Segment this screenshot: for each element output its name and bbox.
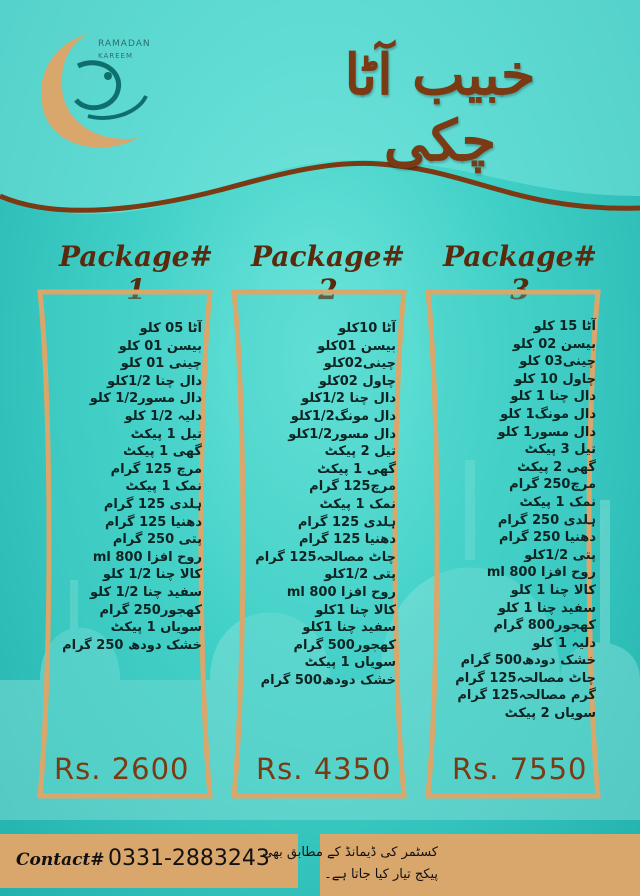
package-item: چاول 02کلو (318, 373, 396, 389)
package-item: سویاں 1 پیکٹ (304, 655, 396, 671)
package-item: دال مونگ1 کلو (500, 406, 596, 422)
package-item: دھنیا 125 گرام (298, 532, 396, 548)
package-item: گرم مصالحہ125 گرام (457, 688, 596, 704)
package-item: کالا چنا 1 کلو (510, 582, 596, 598)
package-item: پتی 250 گرام (112, 532, 202, 548)
package-1-price: Rs. 2600 (54, 752, 190, 786)
package-item: کھجور800 گرام (493, 618, 596, 634)
package-item: مرچ125 گرام (309, 479, 396, 495)
package-2-price: Rs. 4350 (256, 752, 392, 786)
package-item: بیسن 02 کلو (512, 336, 596, 352)
logo-text-line1: RAMADAN (98, 39, 151, 49)
custom-package-note: کسٹمر کی ڈیمانڈ کے مطابق بھی پیکج تیار ک… (178, 842, 438, 886)
package-item: مرچ 125 گرام (110, 461, 202, 477)
package-item: چاٹ مصالحہ125 گرام (455, 670, 596, 686)
package-item: نمک 1 پیکٹ (125, 479, 202, 495)
package-item: دال مونگ1/2کلو (290, 408, 396, 424)
package-item: گھی 2 پیکٹ (517, 459, 596, 475)
package-item: چینی 01 کلو (120, 356, 202, 372)
shop-title: خبیب آٹا چکی (344, 42, 536, 174)
package-item: گھی 1 پیکٹ (317, 461, 396, 477)
package-item: چینی02کلو (323, 356, 396, 372)
logo-text: RAMADAN KAREEM (98, 38, 151, 62)
package-item: ہلدی 125 گرام (103, 496, 202, 512)
package-item: دلیہ 1/2 کلو (124, 408, 202, 424)
package-item: دال چنا 1 کلو (510, 389, 596, 405)
package-item: دلیہ 1 کلو (532, 635, 596, 651)
package-item: کالا چنا 1/2 کلو (102, 567, 202, 583)
package-item: روح افزا 800 ml (486, 565, 596, 581)
package-item: روح افزا 800 ml (286, 584, 396, 600)
package-3-price: Rs. 7550 (452, 752, 588, 786)
contact-label: Contact# (16, 850, 105, 870)
package-item: مرچ250 گرام (509, 477, 596, 493)
package-item: چینی03 کلو (519, 354, 596, 370)
package-item: دال مسور1/2 کلو (89, 391, 202, 407)
package-item: تیل 1 پیکٹ (130, 426, 202, 442)
package-item: سویاں 2 پیکٹ (504, 706, 596, 722)
package-item: سفید چنا 1/2 کلو (90, 584, 202, 600)
package-item: گھی 1 پیکٹ (123, 444, 202, 460)
package-item: روح افزا 800 ml (92, 549, 202, 565)
package-item: دال چنا 1/2کلو (301, 391, 396, 407)
package-item: پتی 1/2کلو (324, 567, 396, 583)
package-item: خشک دودھ500 گرام (260, 672, 396, 688)
package-item: نمک 1 پیکٹ (319, 496, 396, 512)
package-item: چاول 10 کلو (514, 371, 596, 387)
package-item: چاٹ مصالحہ125 گرام (255, 549, 396, 565)
package-item: آٹا 05 کلو (139, 321, 202, 336)
package-item: تیل 3 پیکٹ (524, 442, 596, 458)
logo-text-line2: KAREEM (98, 52, 134, 60)
package-item: ہلدی 250 گرام (497, 512, 596, 528)
package-1-items: آٹا 05 کلو بیسن 01 کلو چینی 01 کلو دال چنا … (40, 320, 202, 654)
package-item: کھجور250 گرام (99, 602, 202, 618)
package-item: بیسن 01 کلو (118, 338, 202, 354)
package-item: ہلدی 125 گرام (297, 514, 396, 530)
package-item: دھنیا 250 گرام (498, 530, 596, 546)
note-line-2: پیکج تیار کیا جاتا ہے۔ (324, 867, 438, 882)
package-item: تیل 2 پیکٹ (324, 444, 396, 460)
package-item: خشک دودھ 250 گرام (62, 637, 202, 653)
package-item: دال مسور1/2کلو (288, 426, 396, 442)
package-item: پتی 1/2کلو (524, 547, 596, 563)
package-3-items: آٹا 15 کلو بیسن 02 کلو چینی03 کلو چاول 10 ک… (430, 318, 596, 723)
package-item: سفید چنا 1 کلو (497, 600, 596, 616)
package-item: دھنیا 125 گرام (104, 514, 202, 530)
package-item: آٹا 10کلو (338, 321, 396, 336)
package-item: خشک دودھ500 گرام (460, 653, 596, 669)
package-item: سفید چنا 1کلو (302, 620, 396, 636)
package-item: دال چنا 1/2کلو (107, 373, 202, 389)
package-item: بیسن 01کلو (317, 338, 396, 354)
note-line-1: کسٹمر کی ڈیمانڈ کے مطابق بھی (262, 845, 438, 860)
package-item: دال مسور1 کلو (497, 424, 596, 440)
package-item: کالا چنا 1کلو (315, 602, 396, 618)
package-item: سویاں 1 پیکٹ (110, 620, 202, 636)
package-2-items: آٹا 10کلو بیسن 01کلو چینی02کلو چاول 02کلو دا… (236, 320, 396, 689)
package-item: آٹا 15 کلو (533, 319, 596, 334)
package-item: کھجور500 گرام (293, 637, 396, 653)
package-item: نمک 1 پیکٹ (519, 494, 596, 510)
